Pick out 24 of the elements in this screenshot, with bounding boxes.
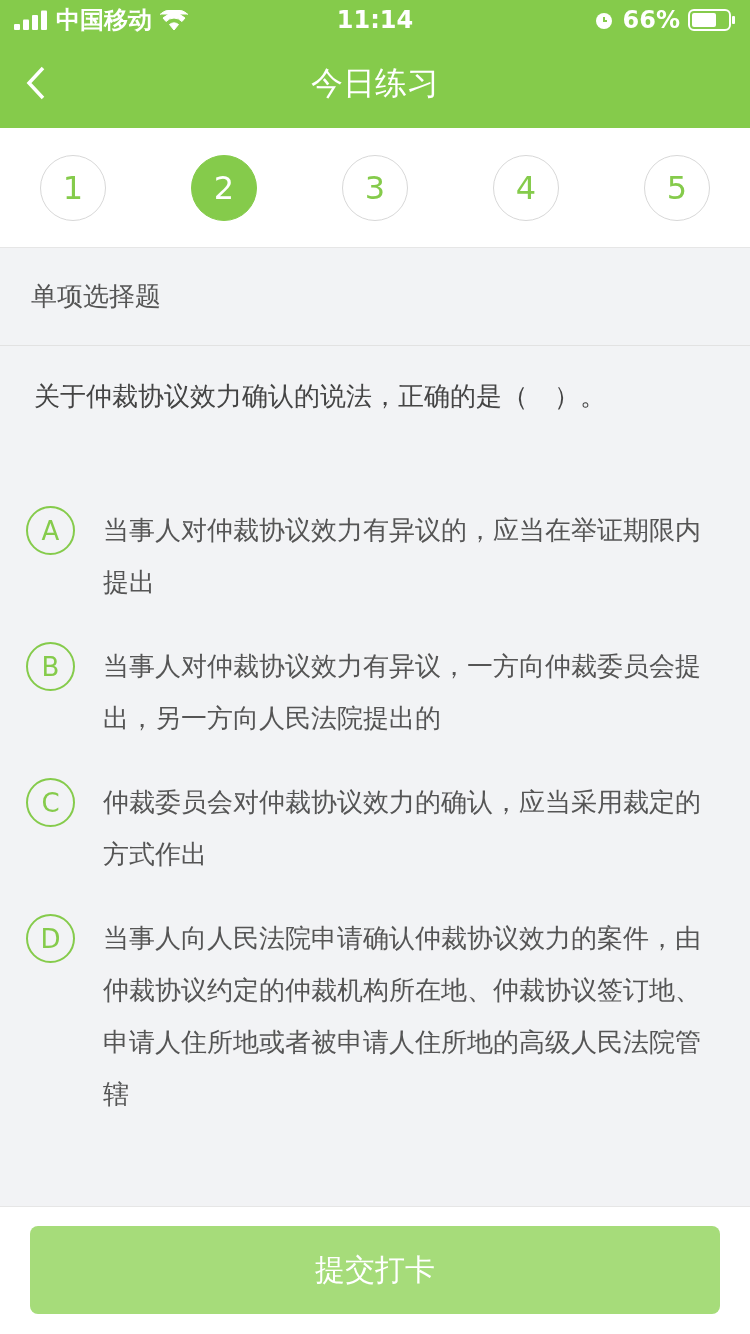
question-number-tab[interactable]: 4 [493,154,559,221]
option-letter[interactable]: A [26,506,75,555]
signal-icon [14,10,48,30]
battery-icon [688,9,736,31]
back-button[interactable] [26,66,46,100]
wifi-icon [160,10,188,30]
question-number-tab[interactable]: 2 [191,154,257,221]
option-letter[interactable]: D [26,914,75,963]
question-type: 单项选择题 [31,280,161,313]
battery-percent: 66% [622,6,680,34]
option-letter[interactable]: C [26,778,75,827]
option-text[interactable]: 当事人向人民法院申请确认仲裁协议效力的案件，由仲裁协议约定的仲裁机构所在地、仲裁协议签订地、申请人住所地或者被申请人住所地的高级人民法院管辖 [103,912,720,1120]
question-number-tab[interactable]: 1 [40,154,106,221]
question-number-tab[interactable]: 3 [342,154,408,221]
clock-time: 11:14 [336,6,414,34]
carrier-name: 中国移动 [56,5,152,36]
page-title: 今日练习 [311,63,439,104]
option-text[interactable]: 当事人对仲裁协议效力有异议，一方向仲裁委员会提出，另一方向人民法院提出的 [103,640,720,744]
question-text: 关于仲裁协议效力确认的说法，正确的是（ ）。 [33,380,607,413]
option-text[interactable]: 仲裁委员会对仲裁协议效力的确认，应当采用裁定的方式作出 [103,776,720,880]
option-text[interactable]: 当事人对仲裁协议效力有异议的，应当在举证期限内提出 [103,504,720,608]
back-icon [26,66,46,100]
question-number-tab[interactable]: 5 [644,154,710,221]
option-letter[interactable]: B [26,642,75,691]
